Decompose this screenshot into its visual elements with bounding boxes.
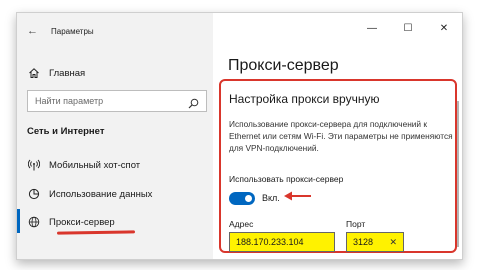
back-button[interactable]: ← bbox=[27, 25, 41, 37]
search-icon[interactable] bbox=[188, 96, 199, 114]
use-proxy-toggle[interactable] bbox=[229, 192, 255, 205]
sidebar-item-data-usage[interactable]: Использование данных bbox=[27, 186, 152, 202]
main-content: — ☐ ✕ Прокси-сервер Настройка прокси вру… bbox=[213, 13, 462, 259]
maximize-button[interactable]: ☐ bbox=[390, 19, 426, 39]
sidebar-item-hotspot[interactable]: Мобильный хот-спот bbox=[27, 157, 140, 173]
minimize-button[interactable]: — bbox=[354, 19, 390, 39]
toggle-state-label: Вкл. bbox=[262, 193, 280, 203]
hotspot-icon bbox=[27, 159, 41, 171]
clear-icon[interactable]: ✕ bbox=[389, 237, 397, 248]
data-usage-icon bbox=[27, 188, 41, 200]
section-heading: Настройка прокси вручную bbox=[229, 92, 380, 106]
port-value: 3128 bbox=[353, 237, 374, 247]
address-label: Адрес bbox=[229, 219, 254, 229]
sidebar-item-proxy[interactable]: Прокси-сервер bbox=[27, 214, 115, 230]
app-title: Параметры bbox=[51, 26, 94, 36]
port-label: Порт bbox=[346, 219, 366, 229]
sidebar-item-label: Прокси-сервер bbox=[49, 216, 115, 228]
globe-icon bbox=[27, 216, 41, 228]
manual-proxy-panel: Настройка прокси вручную Использование п… bbox=[219, 79, 457, 253]
section-title: Сеть и Интернет bbox=[27, 126, 105, 137]
selected-indicator bbox=[17, 209, 20, 233]
use-proxy-label: Использовать прокси-сервер bbox=[229, 174, 344, 184]
sidebar-item-label: Использование данных bbox=[49, 188, 153, 200]
address-input[interactable]: 188.170.233.104 bbox=[229, 232, 335, 252]
section-description: Использование прокси-сервера для подключ… bbox=[229, 119, 453, 153]
window-controls: — ☐ ✕ bbox=[354, 19, 462, 39]
nav-home[interactable]: Главная bbox=[27, 65, 85, 81]
search-box[interactable] bbox=[27, 90, 207, 112]
close-button[interactable]: ✕ bbox=[426, 19, 462, 39]
settings-window: ← Параметры Главная Сеть и Интернет bbox=[16, 12, 463, 260]
highlight-underline bbox=[56, 230, 136, 235]
toggle-knob bbox=[245, 195, 252, 202]
page-title: Прокси-сервер bbox=[228, 57, 339, 74]
red-arrow-icon bbox=[284, 191, 311, 201]
titlebar: ← Параметры bbox=[27, 24, 94, 38]
search-input[interactable] bbox=[35, 96, 185, 106]
nav-home-label: Главная bbox=[49, 67, 86, 79]
address-value: 188.170.233.104 bbox=[236, 237, 304, 247]
port-input[interactable]: 3128 ✕ bbox=[346, 232, 404, 252]
sidebar-item-label: Мобильный хот-спот bbox=[49, 159, 141, 171]
sidebar: ← Параметры Главная Сеть и Интернет bbox=[17, 13, 213, 259]
scrollbar[interactable] bbox=[457, 101, 459, 247]
home-icon bbox=[27, 67, 41, 79]
